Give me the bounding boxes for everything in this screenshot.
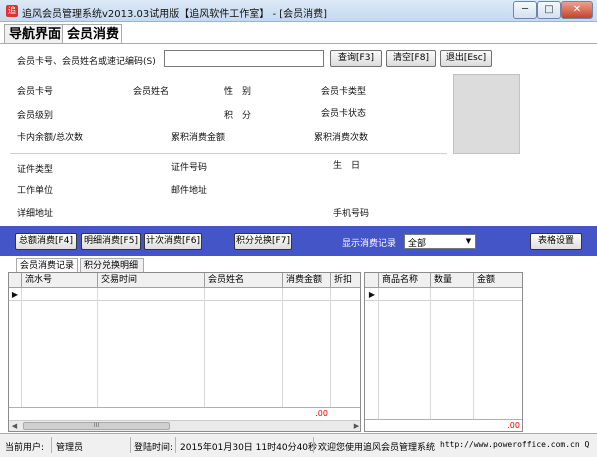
col-serial[interactable]: 流水号 [22, 273, 98, 288]
total-amount-label: 累积消费金额 [171, 133, 226, 143]
status-bar: 当前用户: 管理员 登陆时间: 2015年01月30日 11时40分40秒 欢迎… [0, 433, 597, 457]
address-label: 详细地址 [17, 209, 54, 219]
col-goods-name[interactable]: 商品名称 [379, 273, 431, 288]
member-photo [453, 74, 520, 154]
website-url[interactable]: http://www.poweroffice.com.cn Q [440, 440, 589, 449]
tab-points-details[interactable]: 积分兑换明细 [80, 258, 144, 273]
amount-total: .00 [315, 409, 328, 418]
col-time[interactable]: 交易时间 [98, 273, 205, 288]
postcode-label: 邮件地址 [171, 186, 208, 196]
chevron-down-icon[interactable]: ▼ [463, 236, 474, 247]
status-divider [51, 437, 52, 453]
scroll-left-icon[interactable]: ◀ [9, 421, 20, 431]
birthday-label: 生 日 [333, 161, 361, 171]
row-header-corner [9, 273, 22, 288]
show-records-label: 显示消费记录 [342, 239, 397, 249]
close-button[interactable]: ✕ [561, 1, 593, 19]
minimize-button[interactable]: ─ [513, 1, 537, 19]
grid-line [97, 288, 98, 408]
table-row[interactable]: ▶ [9, 288, 360, 301]
grid-line [204, 288, 205, 408]
search-label: 会员卡号、会员姓名或速记编码(S) [17, 57, 156, 67]
grid-line [21, 288, 22, 408]
table-settings-button[interactable]: 表格设置 [530, 233, 582, 250]
id-no-label: 证件号码 [171, 163, 208, 173]
id-type-label: 证件类型 [17, 165, 54, 175]
col-quantity[interactable]: 数量 [431, 273, 474, 288]
login-time-label: 登陆时间: [134, 443, 174, 453]
total-count-label: 累积消费次数 [314, 133, 369, 143]
status-divider [130, 437, 131, 453]
records-filter-select[interactable]: 全部 ▼ [404, 234, 476, 249]
goods-detail-grid[interactable]: 商品名称 数量 金额 ▶ .00 [364, 272, 523, 432]
records-filter-value: 全部 [408, 239, 427, 249]
action-toolbar: 总额消费[F4] 明细消费[F5] 计次消费[F6] 积分兑换[F7] 显示消费… [0, 226, 597, 256]
total-consume-button[interactable]: 总额消费[F4] [15, 233, 77, 250]
balance-label: 卡内余额/总次数 [17, 133, 84, 143]
scroll-right-icon[interactable]: ▶ [351, 421, 360, 431]
grid-header: 流水号 交易时间 会员姓名 消费金额 折扣 [9, 273, 360, 288]
clear-button[interactable]: 清空[F8] [386, 50, 436, 67]
consume-records-grid[interactable]: 流水号 交易时间 会员姓名 消费金额 折扣 ▶ .00 ◀ III ▶ [8, 272, 361, 432]
exit-button[interactable]: 退出[Esc] [440, 50, 492, 67]
app-icon: 追 [6, 5, 18, 17]
sub-tabs: 会员消费记录 积分兑换明细 [0, 258, 597, 273]
count-consume-button[interactable]: 计次消费[F6] [144, 233, 202, 250]
status-divider [313, 437, 314, 453]
table-row[interactable]: ▶ [365, 288, 522, 301]
grid-line [330, 288, 331, 408]
query-button[interactable]: 查询[F3] [330, 50, 382, 67]
status-divider [175, 437, 176, 453]
current-user-value: 管理员 [56, 443, 84, 453]
card-no-label: 会员卡号 [17, 87, 54, 97]
goods-amount-total: .00 [507, 421, 520, 430]
card-status-label: 会员卡状态 [321, 109, 367, 119]
horizontal-scrollbar[interactable]: ◀ III ▶ [9, 420, 360, 431]
name-label: 会员姓名 [133, 87, 170, 97]
row-header-corner [365, 273, 379, 288]
gender-label: 性 别 [224, 87, 252, 97]
work-unit-label: 工作单位 [17, 186, 54, 196]
tab-navigation[interactable]: 导航界面 [4, 24, 62, 44]
points-label: 积 分 [224, 111, 252, 121]
tab-member-consume[interactable]: 会员消费 [62, 24, 122, 44]
maximize-button[interactable]: □ [537, 1, 561, 19]
current-user-label: 当前用户: [5, 443, 45, 453]
tab-consume-records[interactable]: 会员消费记录 [16, 258, 78, 273]
col-member-name[interactable]: 会员姓名 [205, 273, 283, 288]
search-input[interactable] [164, 50, 324, 67]
col-amount[interactable]: 消费金额 [283, 273, 331, 288]
welcome-message: 欢迎您使用追风会员管理系统 [318, 443, 436, 453]
title-bar: 追 追风会员管理系统v2013.03试用版【追风软件工作室】 - [会员消费] … [0, 0, 597, 22]
points-exchange-button[interactable]: 积分兑换[F7] [234, 233, 292, 250]
form-separator [10, 153, 447, 154]
grid-line [282, 288, 283, 408]
grid-line [430, 288, 431, 420]
card-type-label: 会员卡类型 [321, 87, 367, 97]
total-divider [365, 419, 522, 420]
row-pointer-icon: ▶ [368, 290, 376, 299]
member-info-panel: 会员卡号、会员姓名或速记编码(S) 查询[F3] 清空[F8] 退出[Esc] … [0, 44, 597, 226]
detail-consume-button[interactable]: 明细消费[F5] [81, 233, 141, 250]
mobile-label: 手机号码 [333, 209, 370, 219]
scroll-thumb[interactable]: III [23, 422, 170, 430]
login-time-value: 2015年01月30日 11时40分40秒 [180, 443, 318, 453]
total-divider [9, 407, 360, 408]
col-discount[interactable]: 折扣 [331, 273, 360, 288]
grid-line [473, 288, 474, 420]
window-title: 追风会员管理系统v2013.03试用版【追风软件工作室】 - [会员消费] [22, 9, 328, 20]
level-label: 会员级别 [17, 111, 54, 121]
grid-header: 商品名称 数量 金额 [365, 273, 522, 288]
col-goods-amount[interactable]: 金额 [474, 273, 522, 288]
grid-line [378, 288, 379, 420]
